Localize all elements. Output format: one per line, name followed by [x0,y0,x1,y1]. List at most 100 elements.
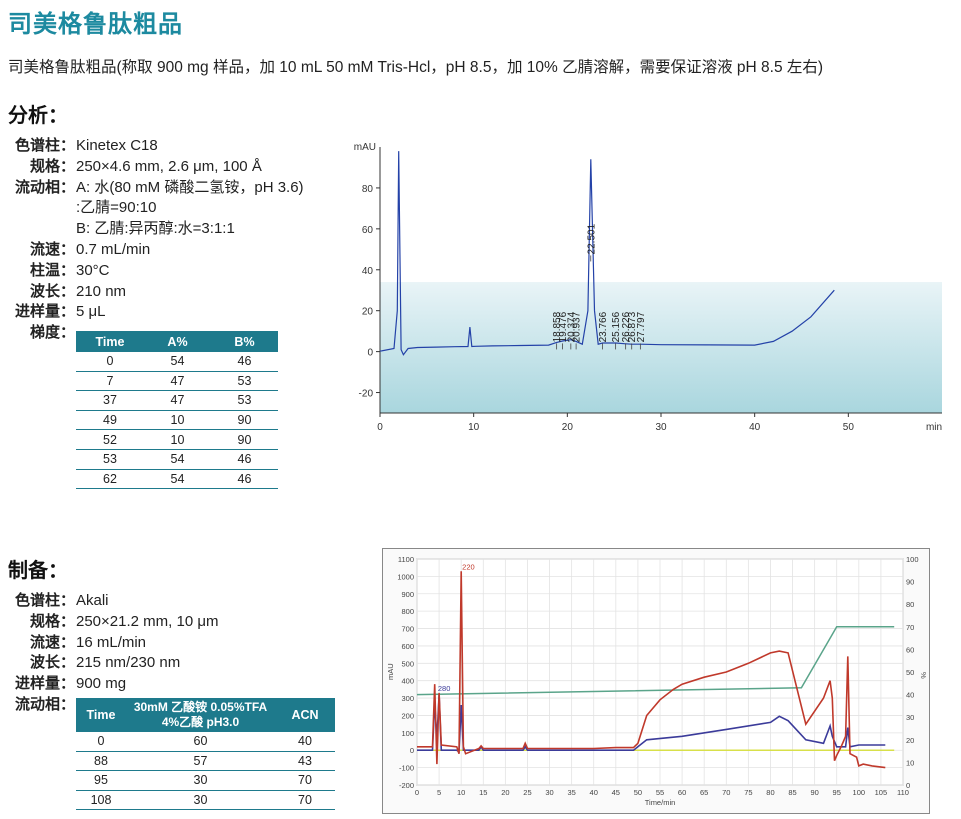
table-cell: 95 [76,770,126,791]
param-label: 梯度： [29,324,75,342]
param-label: 波长： [29,654,75,672]
x-axis-label: min [926,422,942,433]
table-row: 49 10 90 [76,410,278,431]
x-tick-label: 45 [612,788,620,797]
table-cell: 90 [211,429,278,450]
table-cell: 10 [144,410,211,431]
table-cell: 57 [126,751,275,772]
table-cell: 70 [275,770,335,791]
param-row: 进样量： 5 μL [8,302,304,323]
peak-label: 220 [462,562,475,571]
y2-tick-label: 50 [906,668,914,677]
table-cell: 62 [76,469,144,490]
analysis-gradient-table: Time A% B% 0 54 46 7 47 53 37 47 53 49 10 90 52 10 90 5… [76,331,278,490]
x-tick-label: 105 [875,788,888,797]
table-row: 7 47 53 [76,371,278,392]
param-label: 波长： [29,282,75,300]
table-cell: 46 [211,469,278,490]
x-tick-label: 80 [766,788,774,797]
table-cell: 0 [76,732,126,752]
table-cell: 10 [144,429,211,450]
table-cell: 7 [76,371,144,392]
y-tick-label: 900 [401,590,414,599]
y-tick-label: 700 [401,625,414,634]
param-label: 色谱柱： [14,592,75,609]
table-row: 108 30 70 [76,790,335,811]
y-tick-label: 80 [362,184,374,195]
param-value: 30°C [76,261,110,279]
param-row: 进样量： 900 mg [8,674,218,695]
peak-label: 22.501 [586,223,597,254]
table-row: 53 54 46 [76,449,278,470]
table-cell: 54 [144,449,211,470]
param-value: 215 nm/230 nm [76,654,181,672]
table-cell: 46 [211,449,278,470]
y-tick-label: -20 [359,389,374,400]
x-tick-label: 75 [744,788,752,797]
prep-gradient-table: Time 30mM 乙酸铵 0.05%TFA 4%乙酸 pH3.0 ACN 06… [76,698,335,811]
table-cell: 30 [126,770,275,791]
y-tick-label: 1000 [397,572,414,581]
x-tick-label: 20 [501,788,509,797]
param-row: 规格： 250×4.6 mm, 2.6 μm, 100 Å [8,157,304,178]
analysis-heading: 分析： [8,105,68,127]
y-tick-label: -100 [399,764,414,773]
x-tick-label: 95 [833,788,841,797]
page-title: 司美格鲁肽粗品 [8,11,183,38]
x-tick-label: 0 [377,422,383,433]
param-label: 规格： [29,612,75,630]
y-tick-label: 200 [401,711,414,720]
param-value: 900 mg [76,675,127,693]
x-tick-label: 10 [457,788,465,797]
table-cell: 70 [275,790,335,811]
analysis-params: 色谱柱： Kinetex C18 规格： 250×4.6 mm, 2.6 μm, 10… [8,136,304,344]
y-axis-label: mAU [386,663,395,680]
table-row: 52 10 90 [76,429,278,450]
table-row: 0 54 46 [76,352,278,372]
y2-tick-label: 20 [906,736,914,745]
table-cell: 88 [76,751,126,772]
y-tick-label: 600 [401,642,414,651]
x-tick-label: 50 [843,422,855,433]
column-header: 30mM 乙酸铵 0.05%TFA 4%乙酸 pH3.0 [126,698,275,732]
param-value: 250×4.6 mm, 2.6 μm, 100 Å [76,157,262,175]
y-tick-label: -200 [399,781,414,790]
table-cell: 53 [211,371,278,392]
y-tick-label: 300 [401,694,414,703]
table-cell: 46 [211,352,278,372]
param-label: 流动相： [14,695,75,713]
param-row: :乙腈=90:10 [8,198,304,219]
table-cell: 0 [76,352,144,372]
background-band [380,282,942,413]
sample-description: 司美格鲁肽粗品(称取 900 mg 样品，加 10 mL 50 mM Tris-… [8,59,824,76]
param-row: 色谱柱： Akali [8,591,218,612]
table-row: 0 60 40 [76,732,335,752]
table-cell: 43 [275,751,335,772]
table-cell: 53 [211,390,278,411]
x-axis-label: Time/min [645,798,676,807]
y2-tick-label: 100 [906,555,919,564]
table-cell: 54 [144,352,211,372]
x-tick-label: 65 [700,788,708,797]
param-value: 16 mL/min [76,633,147,651]
param-value: B: 乙腈:异丙醇:水=3:1:1 [76,220,235,238]
y2-tick-label: 90 [906,578,914,587]
x-tick-label: 110 [897,788,909,797]
param-row: 波长： 215 nm/230 nm [8,653,218,674]
table-row: 37 47 53 [76,390,278,411]
table-cell: 49 [76,410,144,431]
param-value: 0.7 mL/min [76,240,151,258]
param-row: 流速： 0.7 mL/min [8,240,304,261]
table-row: 88 57 43 [76,751,335,772]
column-header: Time [76,331,144,352]
x-tick-label: 5 [437,788,441,797]
x-tick-label: 85 [788,788,796,797]
param-label: 规格： [29,157,75,175]
x-tick-label: 55 [656,788,664,797]
table-cell: 47 [144,390,211,411]
table-cell: 30 [126,790,275,811]
table-row: 95 30 70 [76,770,335,791]
param-value: Kinetex C18 [76,137,158,154]
x-tick-label: 35 [567,788,575,797]
x-tick-label: 90 [810,788,818,797]
